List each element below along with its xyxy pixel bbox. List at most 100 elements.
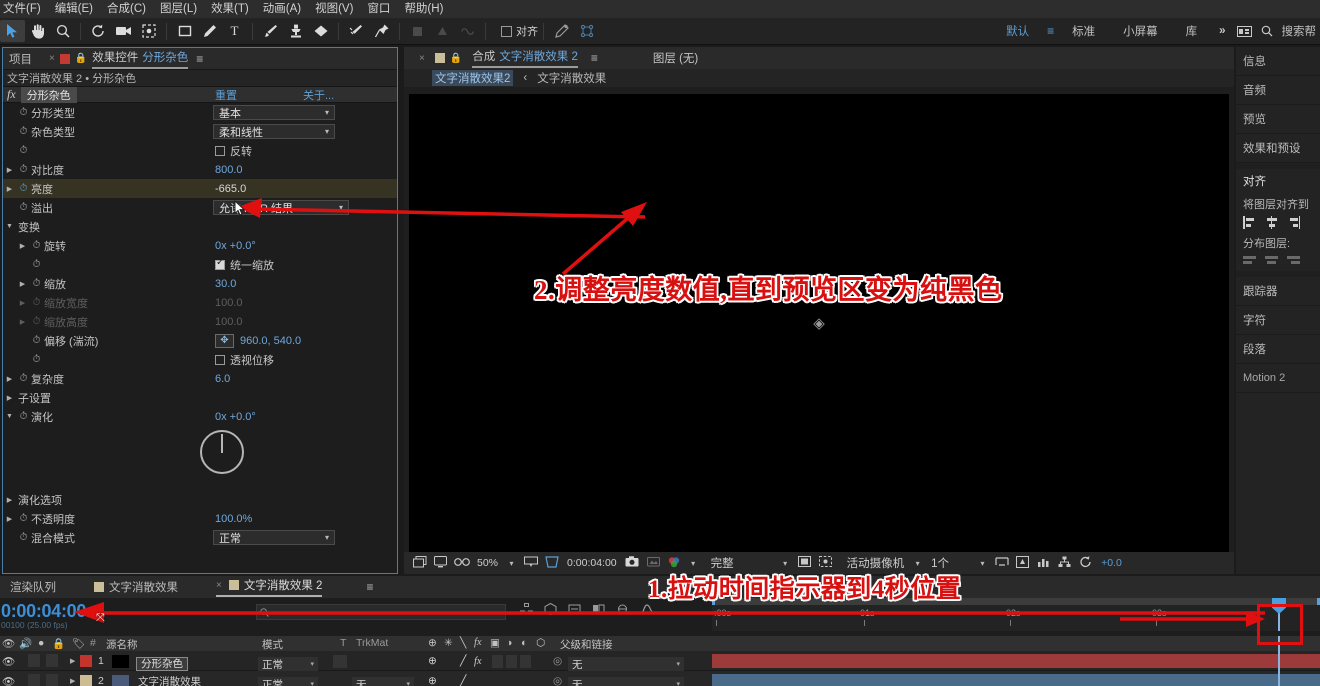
stopwatch-icon[interactable]: ⏱ [16, 373, 31, 384]
switch-adjustment-icon[interactable]: ◐ [521, 637, 527, 649]
contrast-value[interactable]: 800.0 [215, 164, 243, 176]
tab-effect-controls[interactable]: 效果控件 分形杂色 [92, 49, 189, 69]
expand-triangle-icon[interactable]: ▶ [3, 515, 16, 523]
timeline-current-time[interactable]: 0:00:04:00 [1, 601, 86, 622]
uniform-scaling-checkbox-wrap[interactable]: 统一缩放 [215, 257, 274, 273]
stopwatch-icon[interactable]: ⏱ [29, 354, 44, 365]
composition-mini-flowchart-icon[interactable] [520, 603, 533, 618]
chevron-down-icon[interactable]: ▾ [778, 559, 793, 568]
reset-exposure-icon[interactable] [1076, 555, 1095, 571]
stopwatch-icon[interactable]: ⏱ [16, 145, 31, 156]
menu-item-effect[interactable]: 效果(T) [204, 0, 256, 18]
switch-frame-blend-icon[interactable]: ▣ [490, 637, 500, 649]
search-help-label[interactable]: 搜索帮 [1278, 23, 1319, 39]
switch-parent-icon[interactable]: ⊕ [428, 637, 437, 649]
layer-parent-dropdown[interactable]: 无 ▾ [568, 674, 684, 686]
workspace-small-screen[interactable]: 小屏幕 [1109, 23, 1172, 39]
lock-icon[interactable]: 🔒 [75, 53, 87, 64]
snap-checkbox[interactable] [501, 25, 512, 37]
sidebar-item-audio[interactable]: 音频 [1236, 76, 1320, 105]
roto-brush-tool-icon[interactable] [344, 20, 369, 42]
workspace-library[interactable]: 库 [1172, 23, 1212, 39]
show-snapshot-icon[interactable] [644, 556, 663, 570]
workspace-more-icon[interactable]: » [1211, 25, 1233, 37]
layer-color-swatch[interactable] [80, 655, 92, 667]
stopwatch-icon[interactable]: ⏱ [16, 411, 31, 422]
expand-triangle-icon[interactable]: ▶ [3, 394, 16, 402]
toggle-transparency-grid-icon[interactable] [410, 555, 429, 571]
param-row-rotation[interactable]: ▶ ⏱ 旋转 0x +0.0° [3, 236, 397, 255]
param-group-sub-settings[interactable]: ▶ 子设置 [3, 388, 397, 407]
layer-lock-toggle[interactable] [46, 674, 58, 686]
sidebar-item-motion2[interactable]: Motion 2 [1236, 364, 1320, 393]
param-group-evolution-options[interactable]: ▶ 演化选项 [3, 490, 397, 509]
parent-pickwhip-icon[interactable]: ◎ [553, 671, 562, 686]
layer-switch-box-1[interactable] [492, 655, 503, 668]
camera-tool-icon[interactable] [111, 20, 136, 42]
pen-tool-icon[interactable] [197, 20, 222, 42]
chevron-down-icon[interactable]: ▾ [504, 559, 519, 568]
zoom-tool-icon[interactable] [50, 20, 75, 42]
fractal-type-dropdown[interactable]: 基本 ▾ [213, 105, 335, 120]
param-row-complexity[interactable]: ▶ ⏱ 复杂度 6.0 [3, 369, 397, 388]
layer-switch-parent-icon[interactable]: ⊕ [428, 671, 437, 686]
param-row-noise-type[interactable]: ⏱ 杂色类型 柔和线性 ▾ [3, 122, 397, 141]
transparency-grid-icon[interactable] [816, 556, 835, 570]
param-row-perspective-offset[interactable]: ⏱ 透视位移 [3, 350, 397, 369]
param-row-overflow[interactable]: ⏱ 溢出 允许 HDR 结果 ▾ [3, 198, 397, 217]
trkmat-header[interactable]: TrkMat [356, 637, 388, 649]
layer-expand-triangle-icon[interactable]: ▶ [70, 671, 75, 686]
layer-switch-box-2[interactable] [506, 655, 517, 668]
tab-composition[interactable]: 合成 文字消散效果 2 [472, 48, 578, 68]
perspective-offset-checkbox-wrap[interactable]: 透视位移 [215, 352, 274, 368]
param-row-evolution[interactable]: ▼ ⏱ 演化 0x +0.0° [3, 407, 397, 426]
param-group-transform[interactable]: ▼ 变换 [3, 217, 397, 236]
sidebar-item-effects-presets[interactable]: 效果和预设 [1236, 134, 1320, 163]
menu-item-composition[interactable]: 合成(C) [100, 0, 153, 18]
sidebar-item-align[interactable]: 对齐 [1236, 169, 1320, 193]
eraser-tool-icon[interactable] [308, 20, 333, 42]
menu-item-help[interactable]: 帮助(H) [397, 0, 450, 18]
layer-bar-zone[interactable] [712, 651, 1320, 671]
table-row[interactable]: 👁 ▶ 1 分形杂色 正常 ▾ ⊕ ╱ fx ◎ 无 ▾ [0, 651, 1320, 671]
monitor-icon[interactable] [431, 555, 450, 571]
collapse-triangle-icon[interactable]: ▼ [3, 413, 16, 420]
timeline-graph-icon[interactable] [1034, 556, 1053, 570]
param-row-contrast[interactable]: ▶ ⏱ 对比度 800.0 [3, 160, 397, 179]
tab-render-queue[interactable]: 渲染队列 [10, 579, 56, 595]
uniform-scaling-checkbox[interactable] [215, 258, 225, 270]
param-row-uniform-scaling[interactable]: ⏱ 统一缩放 [3, 255, 397, 274]
evolution-value[interactable]: 0x +0.0° [215, 411, 256, 423]
rotation-value[interactable]: 0x +0.0° [215, 240, 256, 252]
layer-switch-effects-icon[interactable]: fx [474, 651, 482, 671]
region-of-interest-icon[interactable] [542, 555, 561, 571]
chevron-down-icon[interactable]: ▾ [686, 559, 701, 568]
stopwatch-icon[interactable]: ⏱ [16, 532, 31, 543]
switch-effects-icon[interactable]: fx [474, 637, 482, 648]
stopwatch-icon[interactable]: ⏱ [16, 164, 31, 175]
t-header[interactable]: T [340, 637, 346, 649]
param-row-brightness[interactable]: ▶ ⏱ 亮度 -665.0 [3, 179, 397, 198]
timeline-search-input[interactable] [256, 604, 506, 620]
complexity-value[interactable]: 6.0 [215, 373, 230, 385]
expand-triangle-icon[interactable]: ▶ [16, 242, 29, 250]
stopwatch-icon[interactable]: ⏱ [29, 259, 44, 270]
offset-value-wrap[interactable]: ✥ 960.0, 540.0 [215, 333, 301, 348]
noise-type-dropdown[interactable]: 柔和线性 ▾ [213, 124, 335, 139]
param-row-blend-mode[interactable]: ⏱ 混合模式 正常 ▾ [3, 528, 397, 547]
panel-menu-icon[interactable]: ≡ [591, 51, 598, 65]
toolbar-extra-icon-2[interactable] [430, 20, 455, 42]
snap-toggle[interactable]: 对齐 [501, 23, 538, 39]
expand-triangle-icon[interactable]: ▶ [3, 496, 16, 504]
layer-lock-toggle[interactable] [46, 654, 58, 667]
draft-3d-icon[interactable] [544, 602, 557, 618]
stopwatch-icon[interactable]: ⏱ [29, 278, 44, 289]
workspace-standard[interactable]: 标准 [1058, 23, 1109, 39]
switch-collapse-icon[interactable]: ✳ [444, 637, 453, 649]
expand-triangle-icon[interactable]: ▶ [3, 375, 16, 383]
enable-frame-blending-icon[interactable] [592, 603, 605, 618]
3d-glasses-icon[interactable] [452, 557, 471, 570]
menu-item-file[interactable]: 文件(F) [0, 0, 48, 18]
expand-triangle-icon[interactable]: ▶ [3, 166, 16, 174]
layer-name-value[interactable]: 文字消散效果 [138, 671, 201, 686]
